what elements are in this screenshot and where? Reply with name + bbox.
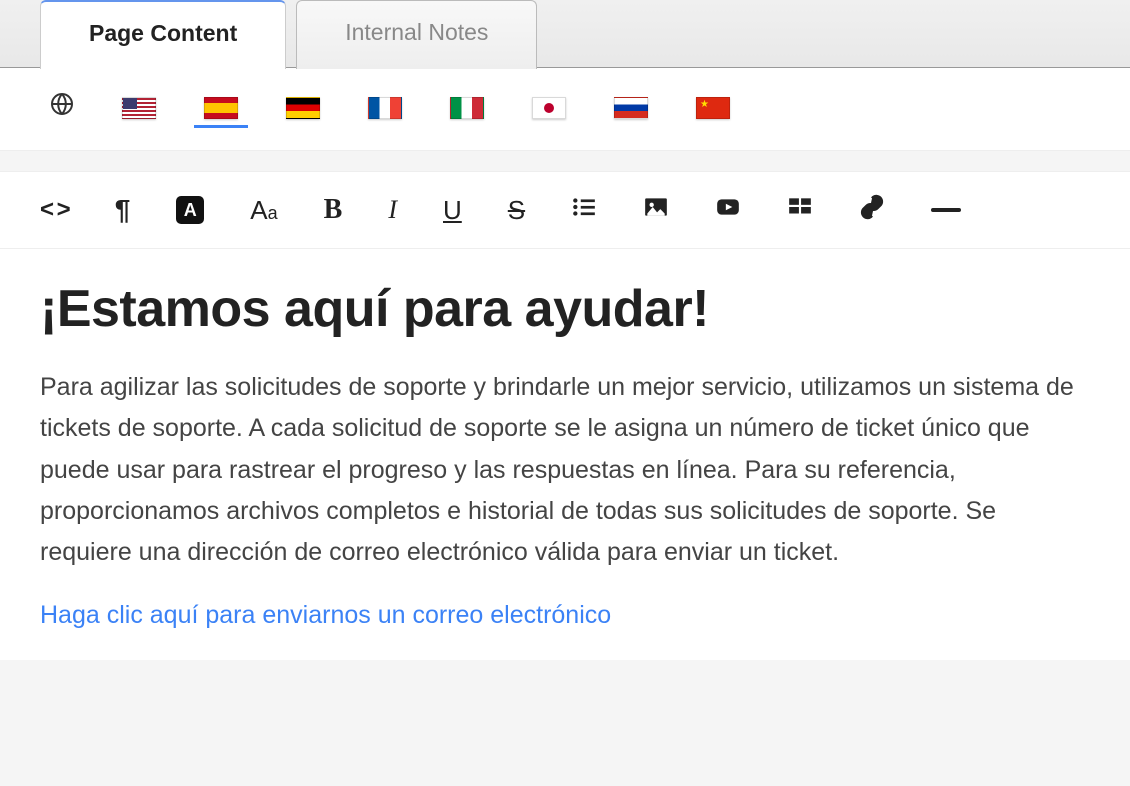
lang-cn[interactable] [686,91,740,128]
bold-button[interactable]: B [324,194,343,226]
video-button[interactable] [715,194,741,226]
flag-de-icon [286,97,320,119]
hr-button[interactable] [931,208,961,212]
code-view-button[interactable]: < > [40,196,69,224]
grid-button[interactable] [787,194,813,226]
editor-toolbar: < > ¶ A Aa B I U S [0,171,1130,249]
text-color-button[interactable]: A [176,196,204,224]
link-button[interactable] [859,194,885,226]
code-icon: < > [40,196,69,224]
globe-icon [50,92,74,123]
underline-icon: U [443,195,462,226]
link-icon [859,194,885,226]
content-paragraph: Para agilizar las solicitudes de soporte… [40,367,1090,573]
list-button[interactable] [571,194,597,226]
lang-it[interactable] [440,91,494,128]
content-email-link[interactable]: Haga clic aquí para enviarnos un correo … [40,601,611,629]
lang-ru[interactable] [604,91,658,128]
language-selector [0,68,1130,151]
content-heading: ¡Estamos aquí para ayudar! [40,279,1090,339]
font-size-button[interactable]: Aa [250,195,277,226]
italic-icon: I [388,195,397,225]
list-icon [571,194,597,226]
image-button[interactable] [643,194,669,226]
lang-fr[interactable] [358,91,412,128]
flag-us-icon [122,97,156,119]
lang-es[interactable] [194,91,248,128]
text-color-icon: A [176,196,204,224]
lang-de[interactable] [276,91,330,128]
flag-it-icon [450,97,484,119]
paragraph-button[interactable]: ¶ [115,194,131,226]
hr-icon [931,208,961,212]
italic-button[interactable]: I [388,195,397,225]
strike-icon: S [508,195,525,226]
strike-button[interactable]: S [508,195,525,226]
tab-internal-notes[interactable]: Internal Notes [296,0,537,69]
flag-ru-icon [614,97,648,119]
underline-button[interactable]: U [443,195,462,226]
flag-es-icon [204,97,238,119]
image-icon [643,194,669,226]
flag-cn-icon [696,97,730,119]
tab-bar: Page Content Internal Notes [0,0,1130,68]
grid-icon [787,194,813,226]
font-size-icon: Aa [250,195,277,226]
bold-icon: B [324,194,343,226]
editor-content[interactable]: ¡Estamos aquí para ayudar! Para agilizar… [0,249,1130,660]
video-icon [715,194,741,226]
paragraph-icon: ¶ [115,194,131,226]
lang-us[interactable] [112,91,166,128]
lang-globe[interactable] [40,86,84,132]
flag-jp-icon [532,97,566,119]
tab-page-content[interactable]: Page Content [40,0,286,69]
lang-jp[interactable] [522,91,576,128]
flag-fr-icon [368,97,402,119]
